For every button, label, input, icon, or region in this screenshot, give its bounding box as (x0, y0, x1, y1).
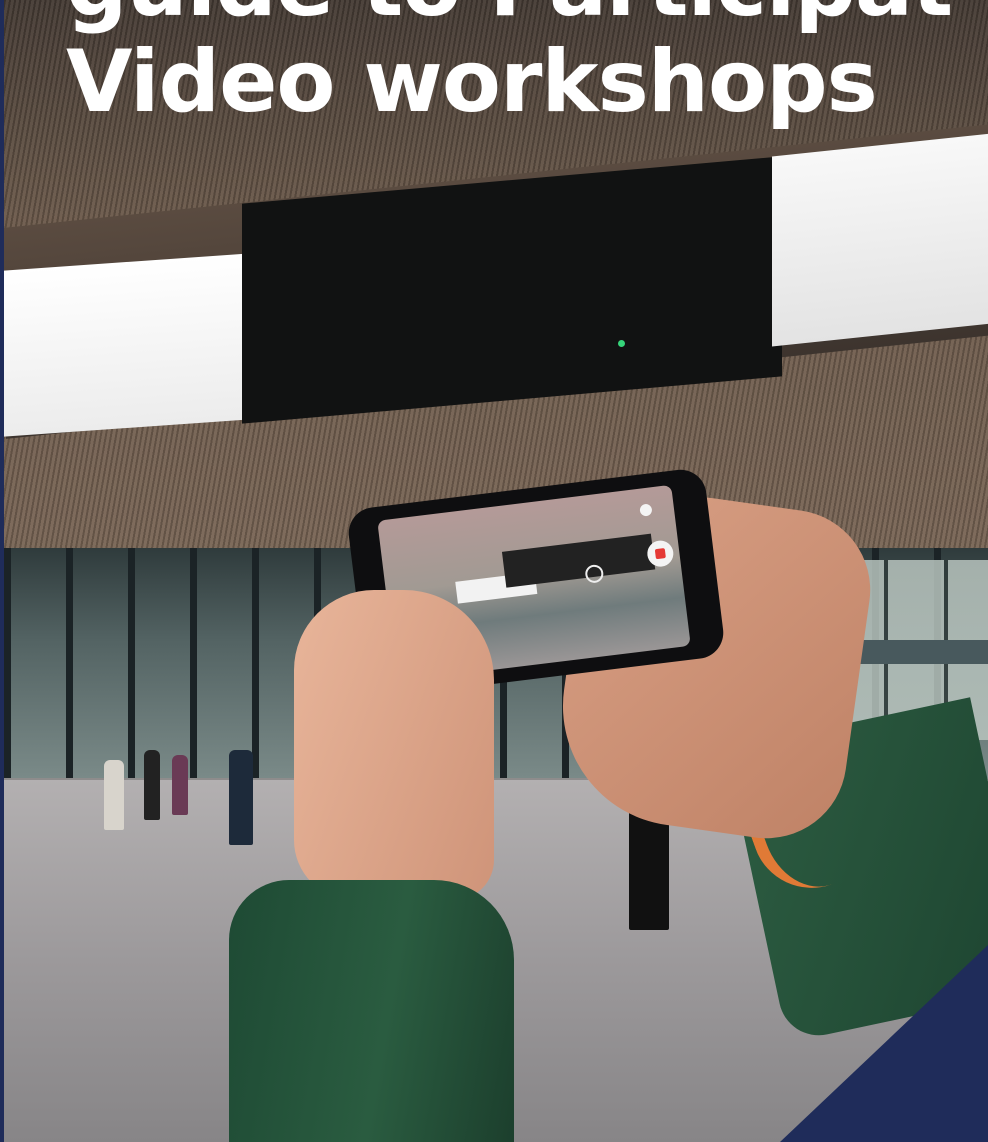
pedestrian (172, 755, 188, 815)
pedestrian (229, 750, 253, 845)
cover-page: guide to Participat Video workshops (0, 0, 988, 1142)
pedestrian (144, 750, 160, 820)
title-line-1: guide to Participat (66, 0, 953, 34)
pedestrian (104, 760, 124, 830)
screen-display-board (501, 533, 656, 588)
title-line-2: Video workshops (66, 32, 878, 132)
light-panel-right (772, 133, 988, 347)
record-dot (654, 548, 666, 560)
light-panel-left (4, 253, 250, 437)
cover-title: guide to Participat Video workshops (66, 0, 953, 132)
jacket-sleeve-left (229, 880, 514, 1142)
navy-corner-triangle (780, 945, 988, 1142)
green-indicator-light (618, 340, 625, 347)
snapshot-icon (639, 503, 653, 517)
hand-left (294, 590, 494, 900)
